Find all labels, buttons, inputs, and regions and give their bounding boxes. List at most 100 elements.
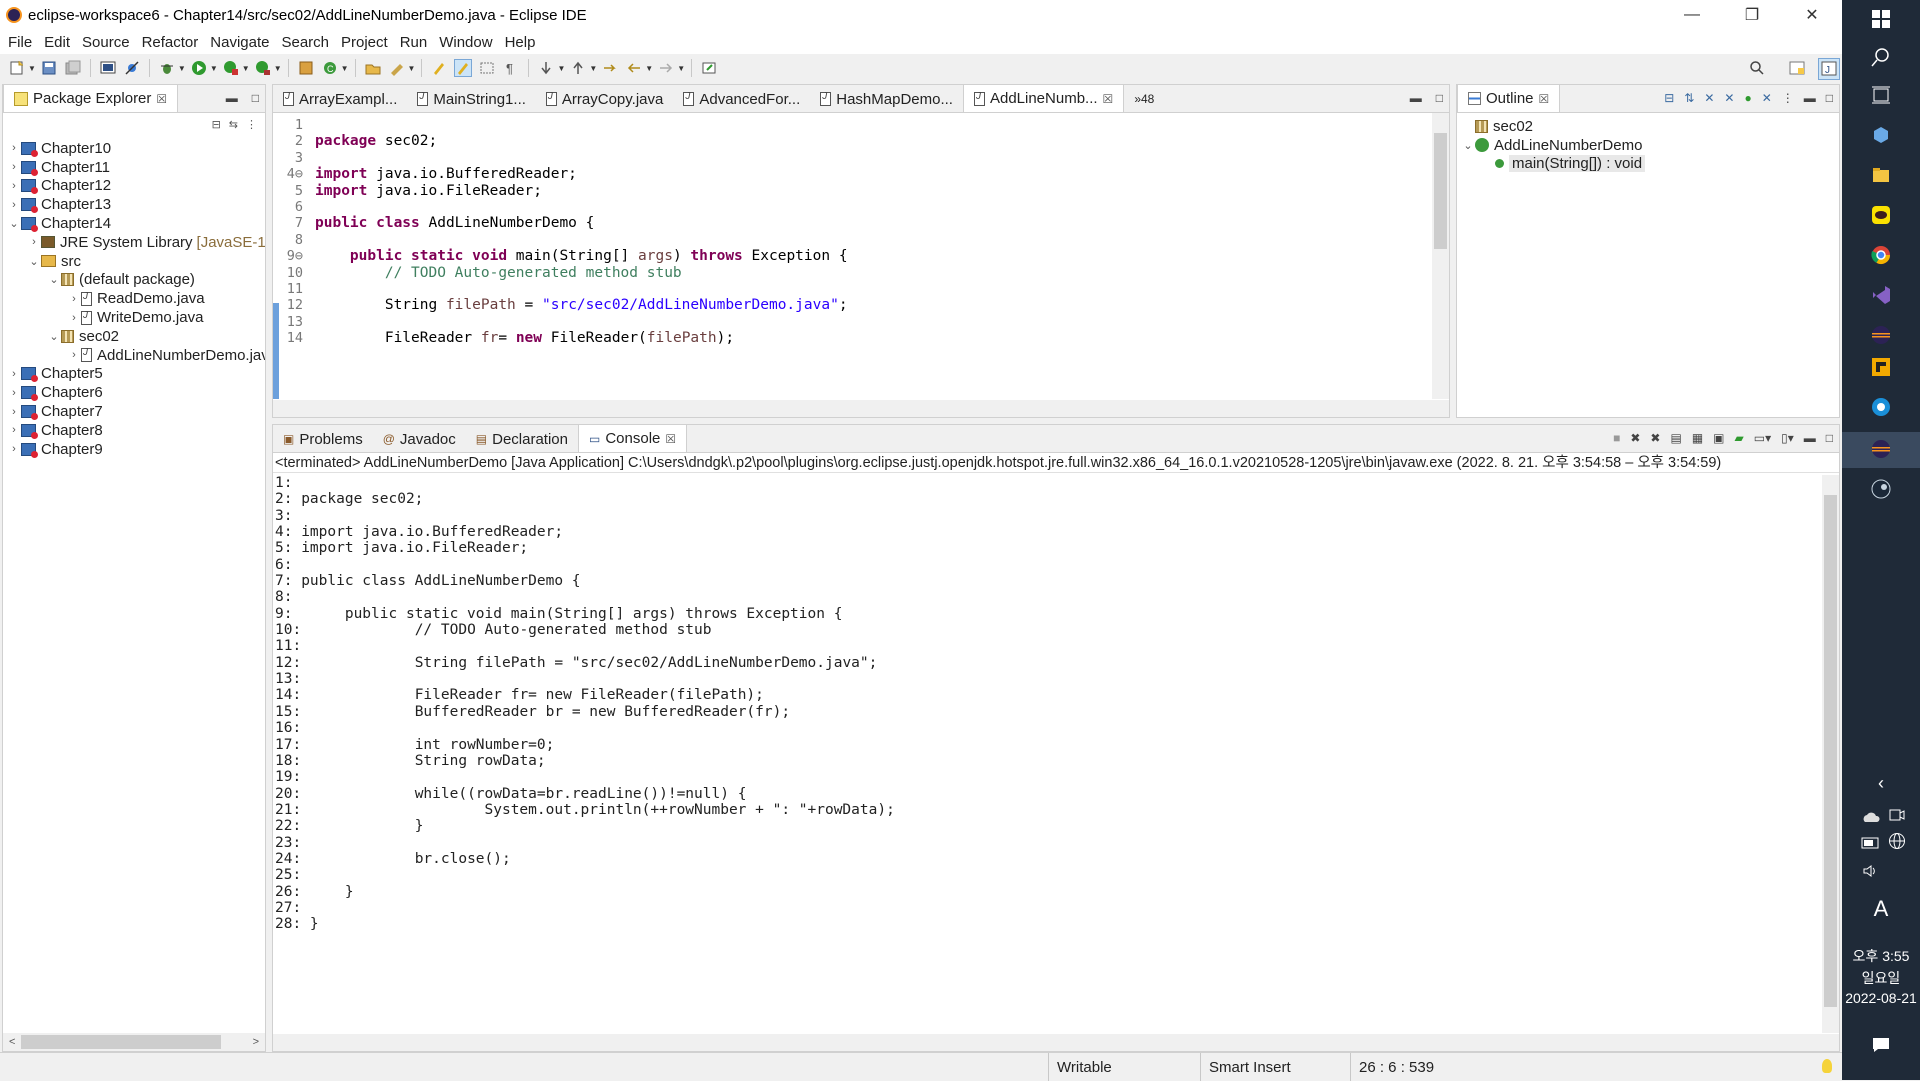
pin-editor-icon[interactable]	[701, 60, 717, 76]
chevron-right-icon[interactable]: ›	[7, 424, 21, 436]
tree-item[interactable]: ⌄ (default package)	[3, 271, 265, 290]
code-line[interactable]: String filePath = "src/sec02/AddLineNumb…	[315, 297, 1429, 313]
tree-item[interactable]: ⌄ Chapter14	[3, 214, 265, 233]
chevron-down-icon[interactable]: ⌄	[1461, 139, 1475, 152]
bottom-tab[interactable]: ▣ Problems	[273, 426, 373, 452]
tree-item[interactable]: › Chapter10	[3, 139, 265, 158]
menu-search[interactable]: Search	[275, 34, 335, 51]
show-whitespace-icon[interactable]: ¶	[503, 60, 519, 76]
chevron-right-icon[interactable]: ›	[7, 199, 21, 211]
close-button[interactable]: ✕	[1782, 0, 1842, 30]
onedrive-icon[interactable]	[1860, 806, 1882, 828]
show-on-output-icon[interactable]: ▣	[1713, 431, 1724, 445]
editor-tab[interactable]: AddLineNumb... ☒	[962, 84, 1125, 112]
chevron-right-icon[interactable]: ›	[7, 368, 21, 380]
code-line[interactable]: public class AddLineNumberDemo {	[315, 215, 1429, 231]
menu-refactor[interactable]: Refactor	[136, 34, 205, 51]
save-all-icon[interactable]	[65, 60, 81, 76]
new-java-class-icon[interactable]: C	[322, 60, 338, 76]
console-horizontal-scrollbar[interactable]	[273, 1034, 1839, 1051]
tree-item[interactable]: › Chapter12	[3, 177, 265, 196]
menu-source[interactable]: Source	[76, 34, 136, 51]
maximize-editor-icon[interactable]: □	[1436, 91, 1443, 105]
tree-item[interactable]: ⌄ AddLineNumberDemo	[1457, 136, 1839, 155]
code-line[interactable]	[315, 281, 1429, 297]
kakaotalk-icon[interactable]	[1870, 204, 1892, 226]
chevron-right-icon[interactable]: ›	[7, 161, 21, 173]
back-icon[interactable]	[626, 60, 642, 76]
chevron-right-icon[interactable]: ›	[27, 236, 41, 248]
minimize-console-icon[interactable]: ▬	[1804, 431, 1816, 445]
clock-date[interactable]: 2022-08-21	[1842, 990, 1920, 1006]
maximize-button[interactable]: ❐	[1722, 0, 1782, 30]
menu-edit[interactable]: Edit	[38, 34, 76, 51]
minimize-button[interactable]: —	[1662, 0, 1722, 30]
menu-help[interactable]: Help	[499, 34, 542, 51]
hide-fields-icon[interactable]: ✕	[1704, 91, 1714, 105]
chevron-down-icon[interactable]: ⌄	[47, 330, 61, 343]
windows-start-icon[interactable]	[1870, 8, 1892, 30]
visual-studio-icon[interactable]	[1870, 284, 1892, 306]
display-console-icon[interactable]: ▭▾	[1754, 431, 1771, 445]
next-annotation-icon[interactable]	[538, 60, 554, 76]
run-icon[interactable]	[191, 60, 207, 76]
external-tools-icon[interactable]	[255, 60, 271, 76]
skip-breakpoints-icon[interactable]	[124, 60, 140, 76]
eclipse-active-icon[interactable]	[1870, 438, 1892, 460]
editor-tab[interactable]: AdvancedFor...	[673, 86, 810, 112]
coverage-icon[interactable]	[223, 60, 239, 76]
editor-horizontal-scrollbar[interactable]	[273, 400, 1449, 417]
tree-item[interactable]: ⌄ sec02	[3, 327, 265, 346]
hide-local-types-icon[interactable]: ✕	[1762, 91, 1772, 105]
volume-icon[interactable]	[1860, 860, 1882, 882]
chevron-right-icon[interactable]: ›	[67, 312, 81, 324]
forward-icon[interactable]	[658, 60, 674, 76]
tree-item[interactable]: › Chapter11	[3, 158, 265, 177]
tab-package-explorer[interactable]: Package Explorer ☒	[3, 84, 179, 112]
remove-all-terminated-icon[interactable]: ✖	[1650, 431, 1660, 445]
code-editor[interactable]: 1 2 3 4⊖ 5 6 7 8 9⊖ 10 11 12 13 14 package sec02; imp…	[273, 113, 1449, 399]
app-orange-icon[interactable]	[1870, 356, 1892, 378]
close-tab-icon[interactable]: ☒	[1103, 92, 1114, 106]
clock-day[interactable]: 일요일	[1842, 968, 1920, 988]
chevron-down-icon[interactable]: ⌄	[27, 255, 41, 268]
code-line[interactable]	[315, 199, 1429, 215]
outline-menu-icon[interactable]: ⋮	[1782, 91, 1794, 105]
chevron-right-icon[interactable]: ›	[7, 387, 21, 399]
maximize-view-icon[interactable]: □	[252, 91, 259, 105]
network-globe-icon[interactable]	[1886, 830, 1908, 852]
tab-outline[interactable]: Outline ☒	[1457, 84, 1561, 112]
horizontal-scrollbar[interactable]: < >	[3, 1033, 265, 1051]
tree-item[interactable]: › Chapter9	[3, 440, 265, 459]
scroll-lock-icon[interactable]: ▤	[1670, 431, 1681, 445]
previous-annotation-icon[interactable]	[570, 60, 586, 76]
code-line[interactable]	[315, 117, 1429, 133]
bottom-tab[interactable]: ▤ Declaration	[466, 426, 578, 452]
maximize-console-icon[interactable]: □	[1826, 431, 1833, 445]
tree-item[interactable]: › ReadDemo.java	[3, 289, 265, 308]
collapse-all-outline-icon[interactable]: ⊟	[1664, 91, 1674, 105]
terminate-icon[interactable]: ■	[1613, 431, 1620, 445]
battery-icon[interactable]	[1860, 832, 1882, 854]
remove-launch-icon[interactable]: ✖	[1630, 431, 1640, 445]
tree-item[interactable]: sec02	[1457, 117, 1839, 136]
chevron-right-icon[interactable]: ›	[67, 293, 81, 305]
search-tool-icon[interactable]	[389, 60, 405, 76]
close-view-icon[interactable]: ☒	[156, 92, 167, 106]
open-console-icon[interactable]: ▯▾	[1781, 431, 1794, 445]
eclipse-taskbar-icon[interactable]	[1870, 324, 1892, 346]
tree-item[interactable]: › JRE System Library[JavaSE-16]	[3, 233, 265, 252]
tree-item[interactable]: › WriteDemo.java	[3, 308, 265, 327]
save-icon[interactable]	[41, 60, 57, 76]
more-tabs-button[interactable]: »48	[1124, 86, 1164, 112]
open-type-icon[interactable]	[365, 60, 381, 76]
editor-tab[interactable]: MainString1...	[407, 86, 536, 112]
ime-indicator[interactable]: A	[1842, 896, 1920, 922]
tree-item[interactable]: › AddLineNumberDemo.java	[3, 346, 265, 365]
steam-icon[interactable]	[1870, 478, 1892, 500]
clock-time[interactable]: 오후 3:55	[1842, 946, 1920, 966]
code-line[interactable]: // TODO Auto-generated method stub	[315, 265, 1429, 281]
word-wrap-icon[interactable]: ▦	[1692, 431, 1703, 445]
pin-console-icon[interactable]: ▰	[1735, 431, 1744, 445]
minimize-editor-icon[interactable]: ▬	[1410, 91, 1422, 105]
